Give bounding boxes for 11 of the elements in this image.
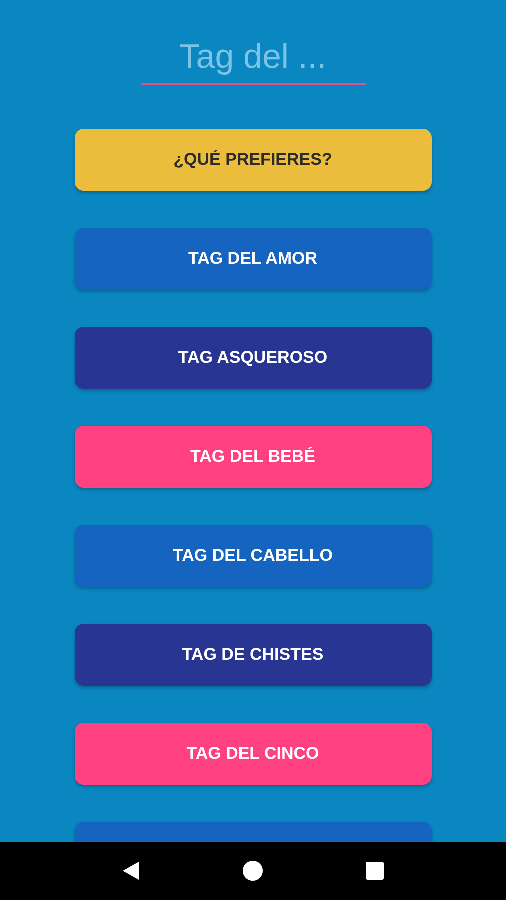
search-field[interactable]: Tag del ... xyxy=(140,38,366,85)
recents-icon[interactable] xyxy=(366,862,384,880)
tag-button[interactable]: TAG DE CHISTES xyxy=(74,624,432,686)
back-icon[interactable] xyxy=(122,861,140,881)
tag-button[interactable]: ¿QUÉ PREFIERES? xyxy=(74,129,432,191)
home-icon[interactable] xyxy=(242,861,263,881)
tag-button[interactable]: TAG DEL BEBÉ xyxy=(74,426,432,488)
tag-button[interactable]: TAG ASQUEROSO xyxy=(74,327,432,389)
tag-button[interactable]: TAG DEL AMOR xyxy=(74,228,432,290)
tag-button[interactable]: TAG DEL CINCO xyxy=(74,723,432,785)
tag-button[interactable]: TAG DEL CABELLO xyxy=(74,525,432,587)
